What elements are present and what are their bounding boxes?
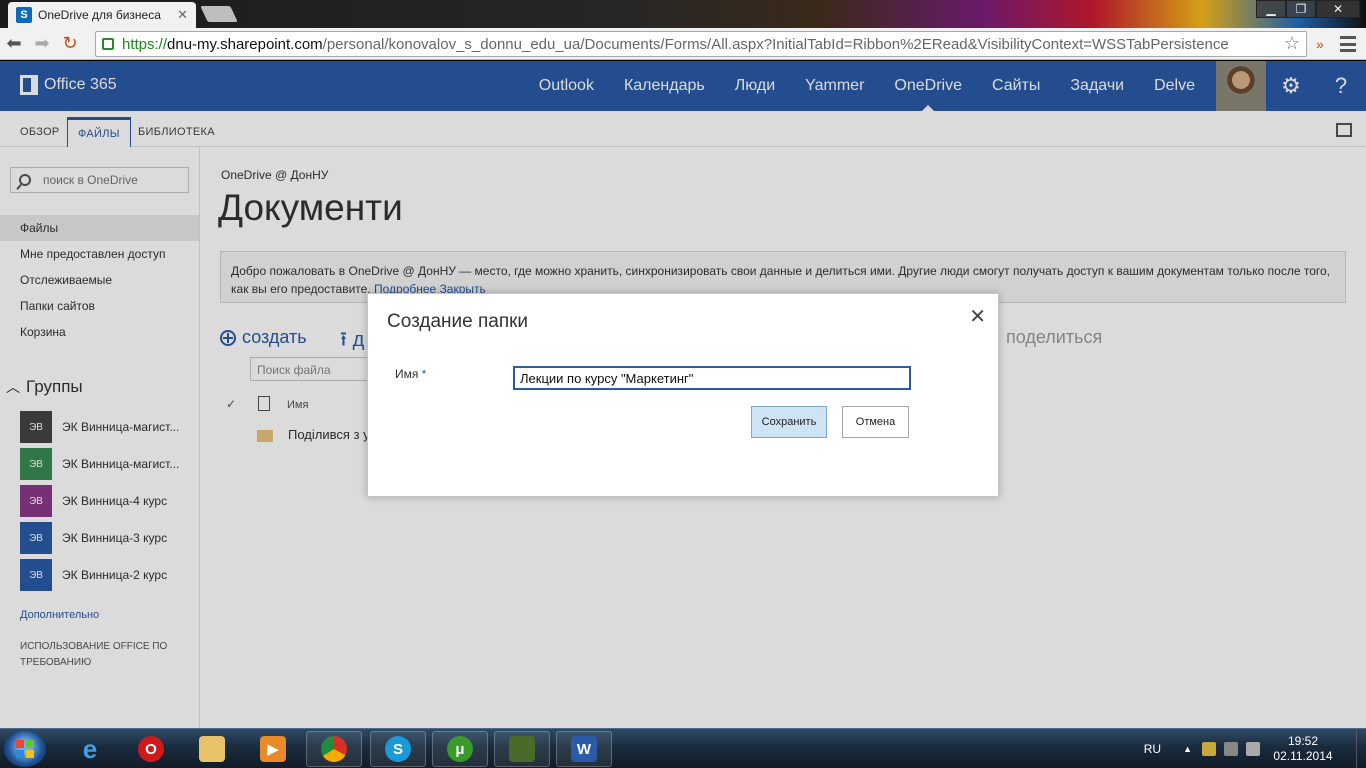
taskbar-ie[interactable]: e (62, 731, 118, 767)
restore-icon[interactable]: ❐ (1286, 0, 1316, 18)
reload-icon[interactable]: ↻ (56, 33, 84, 54)
required-mark: * (421, 367, 427, 381)
action-center-icon[interactable] (1202, 742, 1216, 756)
close-icon[interactable]: ✕ (969, 304, 986, 329)
forward-arrow-icon[interactable]: ➡ (28, 33, 56, 54)
taskbar-chrome[interactable] (306, 731, 362, 767)
dialog-title: Создание папки (387, 311, 529, 332)
window-close-icon[interactable]: ✕ (1316, 0, 1360, 18)
network-icon[interactable] (1246, 742, 1260, 756)
start-button[interactable] (4, 731, 46, 767)
url-protocol: https:// (122, 35, 168, 53)
clock-date: 02.11.2014 (1273, 749, 1333, 763)
tray-expand-icon[interactable]: ▲ (1183, 744, 1192, 754)
minimize-icon[interactable]: ▁ (1256, 0, 1286, 18)
internet-explorer-icon: e (82, 733, 98, 764)
taskbar-media[interactable]: ▶ (245, 731, 301, 767)
browser-toolbar: ⬅ ➡ ↻ https://dnu-my.sharepoint.com/pers… (0, 28, 1366, 60)
tab-close-icon[interactable]: ✕ (177, 7, 188, 23)
taskbar-opera[interactable]: O (123, 731, 179, 767)
tab-title: OneDrive для бизнеса (38, 8, 161, 22)
clock-time: 19:52 (1287, 734, 1319, 748)
browser-menu-icon[interactable] (1340, 36, 1356, 52)
taskbar-skype[interactable]: S (370, 731, 426, 767)
media-player-icon: ▶ (260, 736, 286, 762)
bookmark-star-icon[interactable]: ☆ (1284, 33, 1300, 54)
taskbar-utorrent[interactable]: μ (432, 731, 488, 767)
clock[interactable]: 19:52 02.11.2014 (1268, 734, 1338, 764)
power-icon[interactable] (1224, 742, 1238, 756)
word-icon: W (571, 736, 597, 762)
name-label-text: Имя (395, 367, 419, 381)
windows-logo-icon (16, 740, 34, 758)
taskbar-app[interactable] (494, 731, 550, 767)
opera-icon: O (138, 736, 164, 762)
system-tray: RU ▲ 19:52 02.11.2014 (1144, 729, 1366, 768)
show-desktop-button[interactable] (1356, 729, 1366, 768)
sharepoint-favicon-icon: S (16, 7, 32, 23)
window-controls: ▁ ❐ ✕ (1256, 0, 1360, 18)
skype-icon: S (385, 736, 411, 762)
folder-name-input[interactable] (513, 366, 911, 390)
taskbar: e O ▶ S μ W RU ▲ 19:52 02.11.2014 (0, 728, 1366, 768)
browser-tab[interactable]: S OneDrive для бизнеса ✕ (8, 2, 196, 28)
taskbar-word[interactable]: W (556, 731, 612, 767)
save-button[interactable]: Сохранить (751, 406, 827, 438)
utorrent-icon: μ (447, 736, 473, 762)
extensions-overflow-icon[interactable]: » (1316, 28, 1332, 60)
address-bar[interactable]: https://dnu-my.sharepoint.com/personal/k… (95, 31, 1307, 57)
lock-icon (102, 38, 114, 50)
url-host: dnu-my.sharepoint.com (167, 35, 323, 53)
cancel-button[interactable]: Отмена (842, 406, 909, 438)
back-arrow-icon[interactable]: ⬅ (0, 33, 28, 54)
sharepoint-page: Office 365 Outlook Календарь Люди Yammer… (0, 61, 1366, 728)
url-path: /personal/konovalov_s_donnu_edu_ua/Docum… (322, 35, 1229, 53)
taskbar-explorer[interactable] (184, 731, 240, 767)
folder-icon (199, 736, 225, 762)
language-indicator[interactable]: RU (1144, 742, 1161, 756)
name-label: Имя * (395, 367, 426, 381)
new-tab-button[interactable] (200, 6, 238, 22)
chrome-icon (321, 736, 347, 762)
application-icon (509, 736, 535, 762)
create-folder-dialog: Создание папки ✕ Имя * Сохранить Отмена (367, 293, 999, 497)
browser-titlebar: S OneDrive для бизнеса ✕ ▁ ❐ ✕ (0, 0, 1366, 28)
